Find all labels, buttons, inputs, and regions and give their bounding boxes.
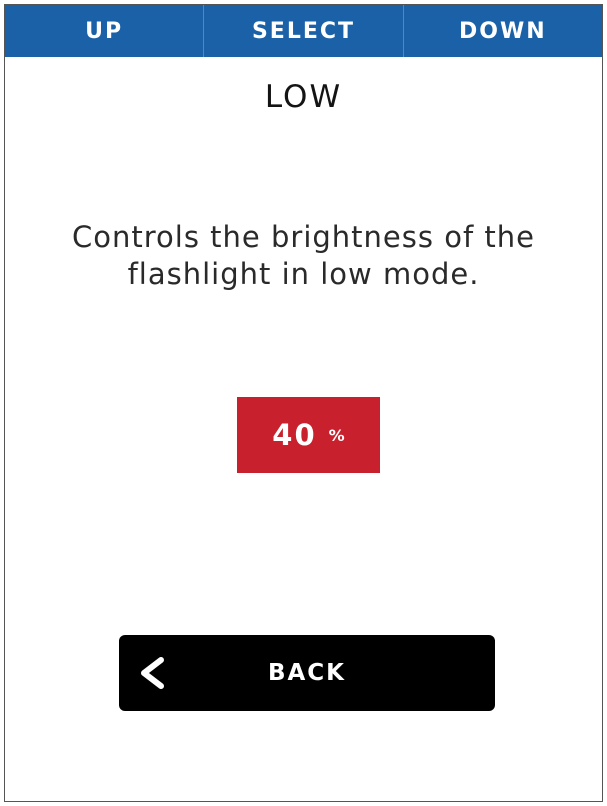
up-button[interactable]: UP bbox=[5, 5, 203, 57]
setting-description: Controls the brightness of the flashligh… bbox=[72, 220, 535, 291]
back-button-label: BACK bbox=[267, 660, 347, 686]
brightness-unit: % bbox=[328, 425, 345, 445]
top-button-bar: UP SELECT DOWN bbox=[5, 5, 602, 57]
back-button[interactable]: BACK bbox=[119, 635, 495, 711]
down-button[interactable]: DOWN bbox=[402, 5, 602, 57]
page-title: LOW bbox=[264, 79, 343, 115]
brightness-value: 40 bbox=[272, 418, 317, 452]
brightness-value-display[interactable]: 40 % bbox=[237, 397, 380, 473]
device-screen: UP SELECT DOWN LOW Controls the brightne… bbox=[4, 4, 603, 802]
select-button[interactable]: SELECT bbox=[203, 5, 402, 57]
